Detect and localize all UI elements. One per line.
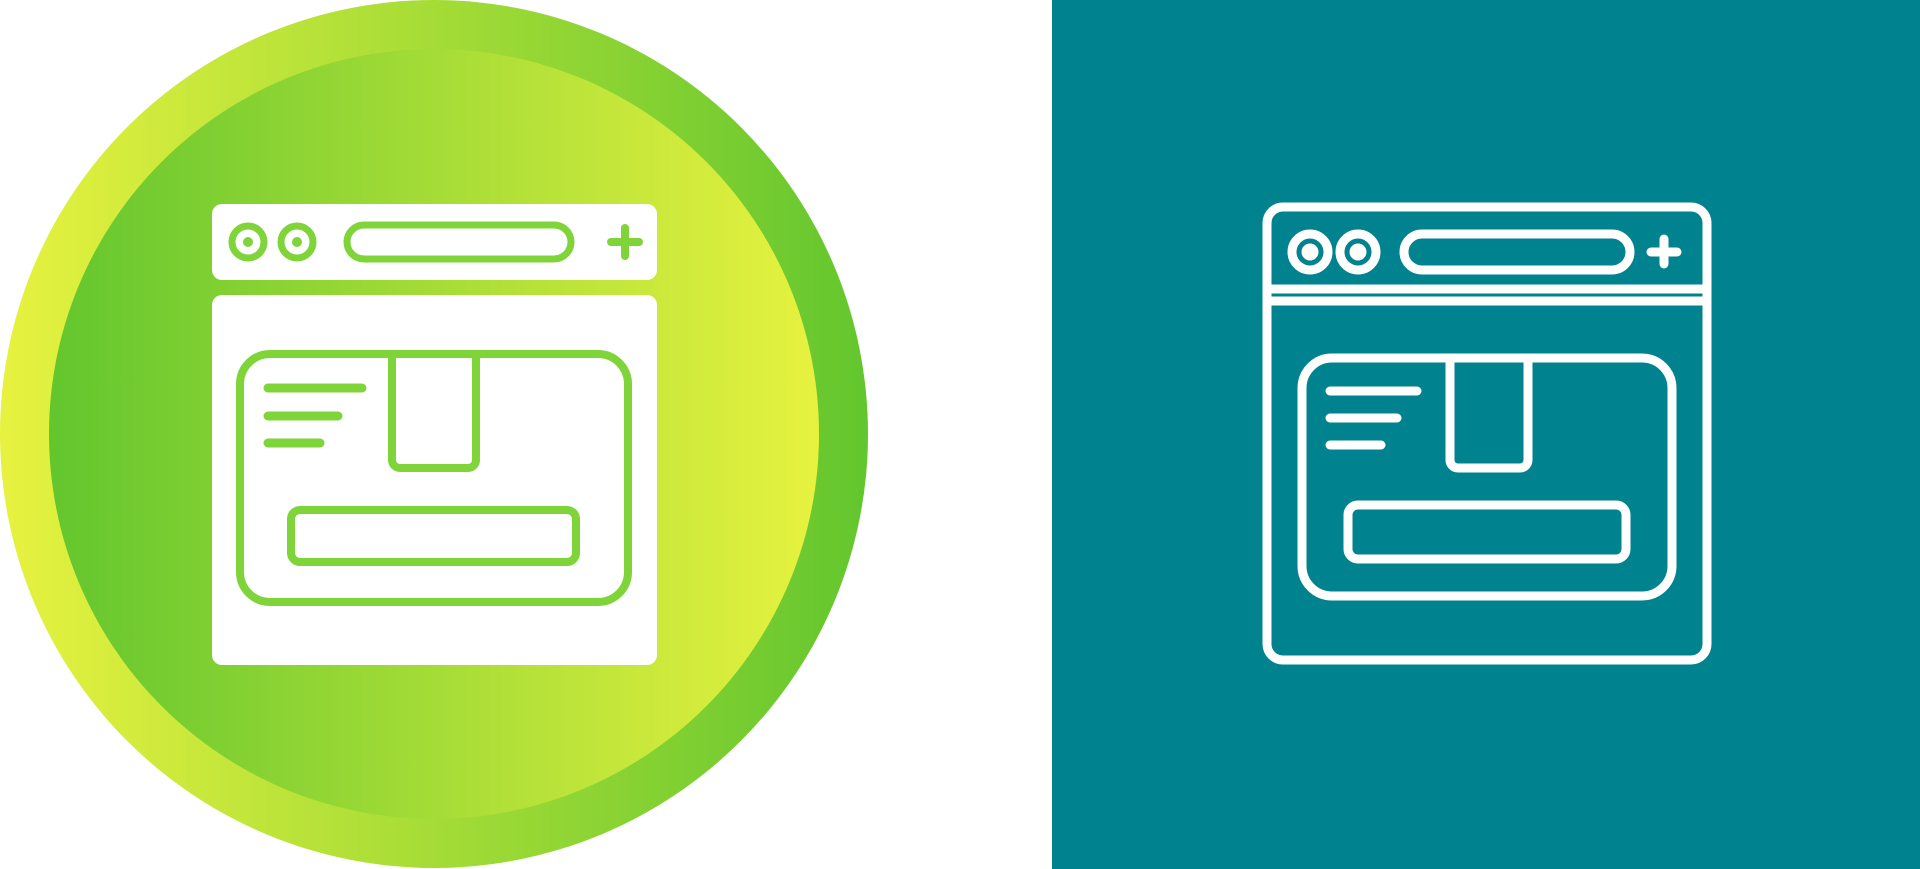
- gradient-icon-panel: [0, 0, 1052, 869]
- icon-showcase: [0, 0, 1920, 869]
- teal-background: [1052, 0, 1920, 869]
- browser-box-outline-icon: [1052, 0, 1920, 869]
- browser-box-glyph-icon: [0, 0, 868, 868]
- outline-icon-panel: [1052, 0, 1920, 869]
- browser-window-glyph: [212, 204, 657, 665]
